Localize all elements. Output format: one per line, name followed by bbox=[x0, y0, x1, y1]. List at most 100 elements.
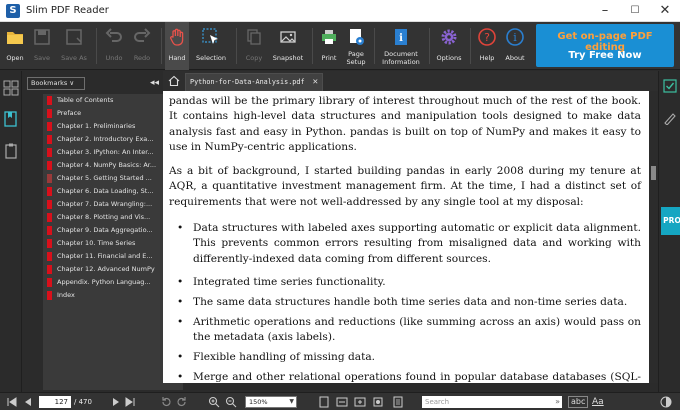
bookmark-item[interactable]: Index bbox=[43, 289, 161, 302]
current-page-input[interactable]: 127 bbox=[39, 396, 71, 408]
match-case-toggle[interactable]: abc bbox=[568, 396, 589, 408]
home-icon[interactable] bbox=[168, 75, 180, 87]
zoom-level-value: 150% bbox=[249, 398, 268, 406]
scrollbar-thumb[interactable] bbox=[651, 166, 656, 180]
bookmark-flag-icon bbox=[47, 96, 52, 105]
pdf-page-view[interactable]: pandas will be the primary library of in… bbox=[163, 91, 649, 383]
bookmark-item[interactable]: Table of Contents bbox=[43, 94, 161, 107]
page-setup-icon bbox=[350, 29, 364, 45]
search-arrow-icon[interactable]: » bbox=[555, 396, 560, 408]
bookmark-flag-icon bbox=[47, 226, 52, 235]
signature-pen-icon[interactable] bbox=[663, 111, 677, 125]
attachments-icon[interactable] bbox=[3, 143, 19, 159]
next-page-icon[interactable] bbox=[110, 396, 122, 408]
window-title: Slim PDF Reader bbox=[26, 5, 109, 16]
promo-try-free-button[interactable]: Get on-page PDF editing Try Free Now bbox=[536, 24, 674, 67]
bookmark-flag-icon bbox=[47, 135, 52, 144]
first-page-icon[interactable] bbox=[6, 396, 18, 408]
save-as-label: Save As bbox=[61, 54, 87, 62]
bullet-item: Integrated time series functionality. bbox=[169, 275, 641, 291]
status-bar: 127 / 470 150% ▼ Search » abc Aa bbox=[0, 392, 680, 410]
minimize-button[interactable]: – bbox=[590, 0, 620, 22]
bookmarks-panel-icon[interactable] bbox=[3, 111, 19, 127]
bookmark-item[interactable]: Chapter 5. Getting Started ... bbox=[43, 172, 161, 185]
zoom-level-select[interactable]: 150% ▼ bbox=[245, 396, 297, 408]
undo-icon bbox=[105, 28, 122, 42]
bookmark-item[interactable]: Chapter 2. Introductory Exa... bbox=[43, 133, 161, 146]
vertical-scrollbar[interactable] bbox=[649, 91, 658, 383]
fit-width-icon[interactable] bbox=[336, 396, 348, 408]
bookmark-label: Chapter 7. Data Wrangling:... bbox=[57, 200, 153, 208]
checklist-icon[interactable] bbox=[663, 79, 677, 93]
close-window-button[interactable]: ✕ bbox=[650, 0, 680, 22]
night-mode-icon[interactable] bbox=[660, 396, 672, 408]
toolbar-separator bbox=[236, 28, 237, 64]
search-placeholder: Search bbox=[425, 398, 450, 406]
page-setup-label-line2: Setup bbox=[346, 58, 366, 66]
bookmark-item[interactable]: Chapter 11. Financial and E... bbox=[43, 250, 161, 263]
options-button[interactable]: Options bbox=[432, 22, 466, 70]
gear-icon bbox=[441, 29, 457, 45]
maximize-button[interactable]: ☐ bbox=[620, 0, 650, 22]
bookmark-label: Chapter 12. Advanced NumPy bbox=[57, 265, 155, 273]
snapshot-button[interactable]: Snapshot bbox=[268, 22, 308, 70]
bookmarks-dropdown[interactable]: Bookmarks ∨ bbox=[27, 77, 85, 90]
search-input[interactable]: Search » bbox=[422, 396, 562, 408]
rotate-right-icon[interactable] bbox=[176, 396, 188, 408]
open-button[interactable]: Open bbox=[2, 22, 28, 70]
bookmark-item[interactable]: Appendix. Python Languag... bbox=[43, 276, 161, 289]
bookmark-item[interactable]: Chapter 1. Preliminaries bbox=[43, 120, 161, 133]
bookmark-item[interactable]: Chapter 12. Advanced NumPy bbox=[43, 263, 161, 276]
help-button[interactable]: ? Help bbox=[474, 22, 500, 70]
bookmark-item[interactable]: Chapter 3. IPython: An Inter... bbox=[43, 146, 161, 159]
bookmark-label: Chapter 10. Time Series bbox=[57, 239, 136, 247]
bookmark-item[interactable]: Chapter 6. Data Loading, St... bbox=[43, 185, 161, 198]
pro-upgrade-tab[interactable]: PRO bbox=[661, 207, 680, 235]
read-mode-icon[interactable] bbox=[392, 396, 404, 408]
bookmark-item[interactable]: Chapter 8. Plotting and Vis... bbox=[43, 211, 161, 224]
about-button[interactable]: i About bbox=[502, 22, 528, 70]
bullet-item: Arithmetic operations and reductions (li… bbox=[169, 315, 641, 346]
bookmark-item[interactable]: Preface bbox=[43, 107, 161, 120]
rotate-left-icon[interactable] bbox=[160, 396, 172, 408]
page-total: / 470 bbox=[74, 398, 92, 406]
hand-icon bbox=[169, 28, 184, 46]
hand-tool-button[interactable]: Hand bbox=[165, 22, 189, 70]
fit-page-icon[interactable] bbox=[318, 396, 330, 408]
save-button[interactable]: Save bbox=[28, 22, 56, 70]
thumbnails-icon[interactable] bbox=[3, 80, 19, 96]
doc-info-label-line1: Document bbox=[384, 50, 418, 58]
print-button[interactable]: Print bbox=[316, 22, 342, 70]
actual-size-icon[interactable] bbox=[354, 396, 366, 408]
match-whole-word-toggle[interactable]: Aa bbox=[592, 396, 604, 408]
selection-tool-button[interactable]: Selection bbox=[191, 22, 231, 70]
bookmark-item[interactable]: Chapter 10. Time Series bbox=[43, 237, 161, 250]
save-as-button[interactable]: Save As bbox=[58, 22, 90, 70]
snapshot-icon bbox=[280, 31, 296, 43]
bookmark-item[interactable]: Chapter 7. Data Wrangling:... bbox=[43, 198, 161, 211]
promo-cta-text: Try Free Now bbox=[568, 50, 642, 61]
paragraph-1: pandas will be the primary library of in… bbox=[169, 95, 641, 153]
view-mode-icon[interactable] bbox=[372, 396, 384, 408]
document-information-button[interactable]: i Document Information bbox=[378, 22, 424, 70]
page-setup-button[interactable]: Page Setup bbox=[343, 22, 369, 70]
collapse-panel-icon[interactable]: ◂◂ bbox=[150, 78, 159, 88]
help-icon: ? bbox=[478, 28, 496, 46]
bookmarks-header: Bookmarks ∨ ◂◂ bbox=[23, 71, 163, 93]
svg-text:i: i bbox=[513, 31, 517, 44]
redo-button[interactable]: Redo bbox=[128, 22, 156, 70]
copy-button[interactable]: Copy bbox=[240, 22, 268, 70]
bookmark-item[interactable]: Chapter 9. Data Aggregatio... bbox=[43, 224, 161, 237]
document-tab-bar: Python-for-Data-Analysis.pdf ✕ bbox=[163, 71, 658, 91]
bookmark-item[interactable]: Chapter 4. NumPy Basics: Ar... bbox=[43, 159, 161, 172]
zoom-in-icon[interactable] bbox=[208, 396, 220, 408]
bookmark-label: Index bbox=[57, 291, 75, 299]
last-page-icon[interactable] bbox=[124, 396, 136, 408]
previous-page-icon[interactable] bbox=[22, 396, 34, 408]
undo-button[interactable]: Undo bbox=[100, 22, 128, 70]
bookmark-label: Table of Contents bbox=[57, 96, 114, 104]
document-tab[interactable]: Python-for-Data-Analysis.pdf ✕ bbox=[185, 73, 323, 91]
close-tab-icon[interactable]: ✕ bbox=[313, 74, 318, 90]
zoom-out-icon[interactable] bbox=[225, 396, 237, 408]
toolbar-separator bbox=[429, 28, 430, 64]
